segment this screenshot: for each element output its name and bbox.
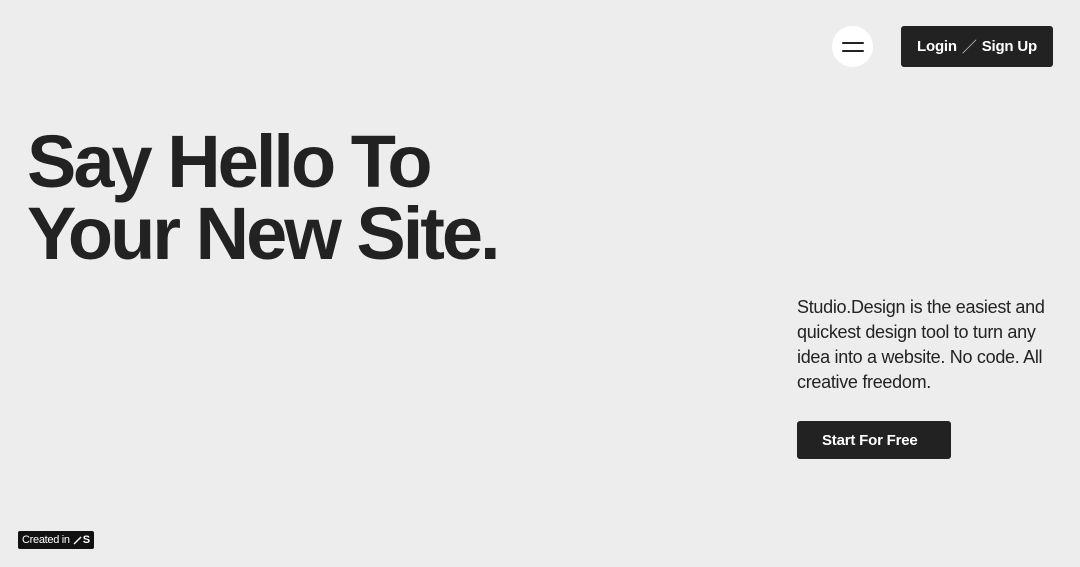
hero-title-line-2: Your New Site. <box>27 192 501 275</box>
login-signup-button[interactable]: Login ／ Sign Up <box>901 26 1053 67</box>
studio-slash-logo-icon: S <box>73 534 90 546</box>
created-in-studio-badge[interactable]: Created in S <box>18 531 94 549</box>
separator-slash: ／ <box>961 39 977 56</box>
login-label: Login <box>917 38 957 55</box>
hero-title-line-1: Say Hello To <box>27 120 433 203</box>
menu-button[interactable] <box>832 26 873 67</box>
hamburger-menu-icon <box>841 49 864 52</box>
created-in-label: Created in <box>22 534 70 546</box>
hamburger-menu-icon <box>841 41 864 44</box>
studio-logo-letter: S <box>82 534 90 546</box>
intro-description: Studio.Design is the easiest and quickes… <box>797 297 1045 392</box>
start-for-free-button[interactable]: Start For Free <box>797 421 951 459</box>
cta-label: Start For Free <box>822 431 918 449</box>
hero-title: Say Hello To Your New Site. <box>27 120 501 275</box>
signup-label: Sign Up <box>981 38 1037 55</box>
